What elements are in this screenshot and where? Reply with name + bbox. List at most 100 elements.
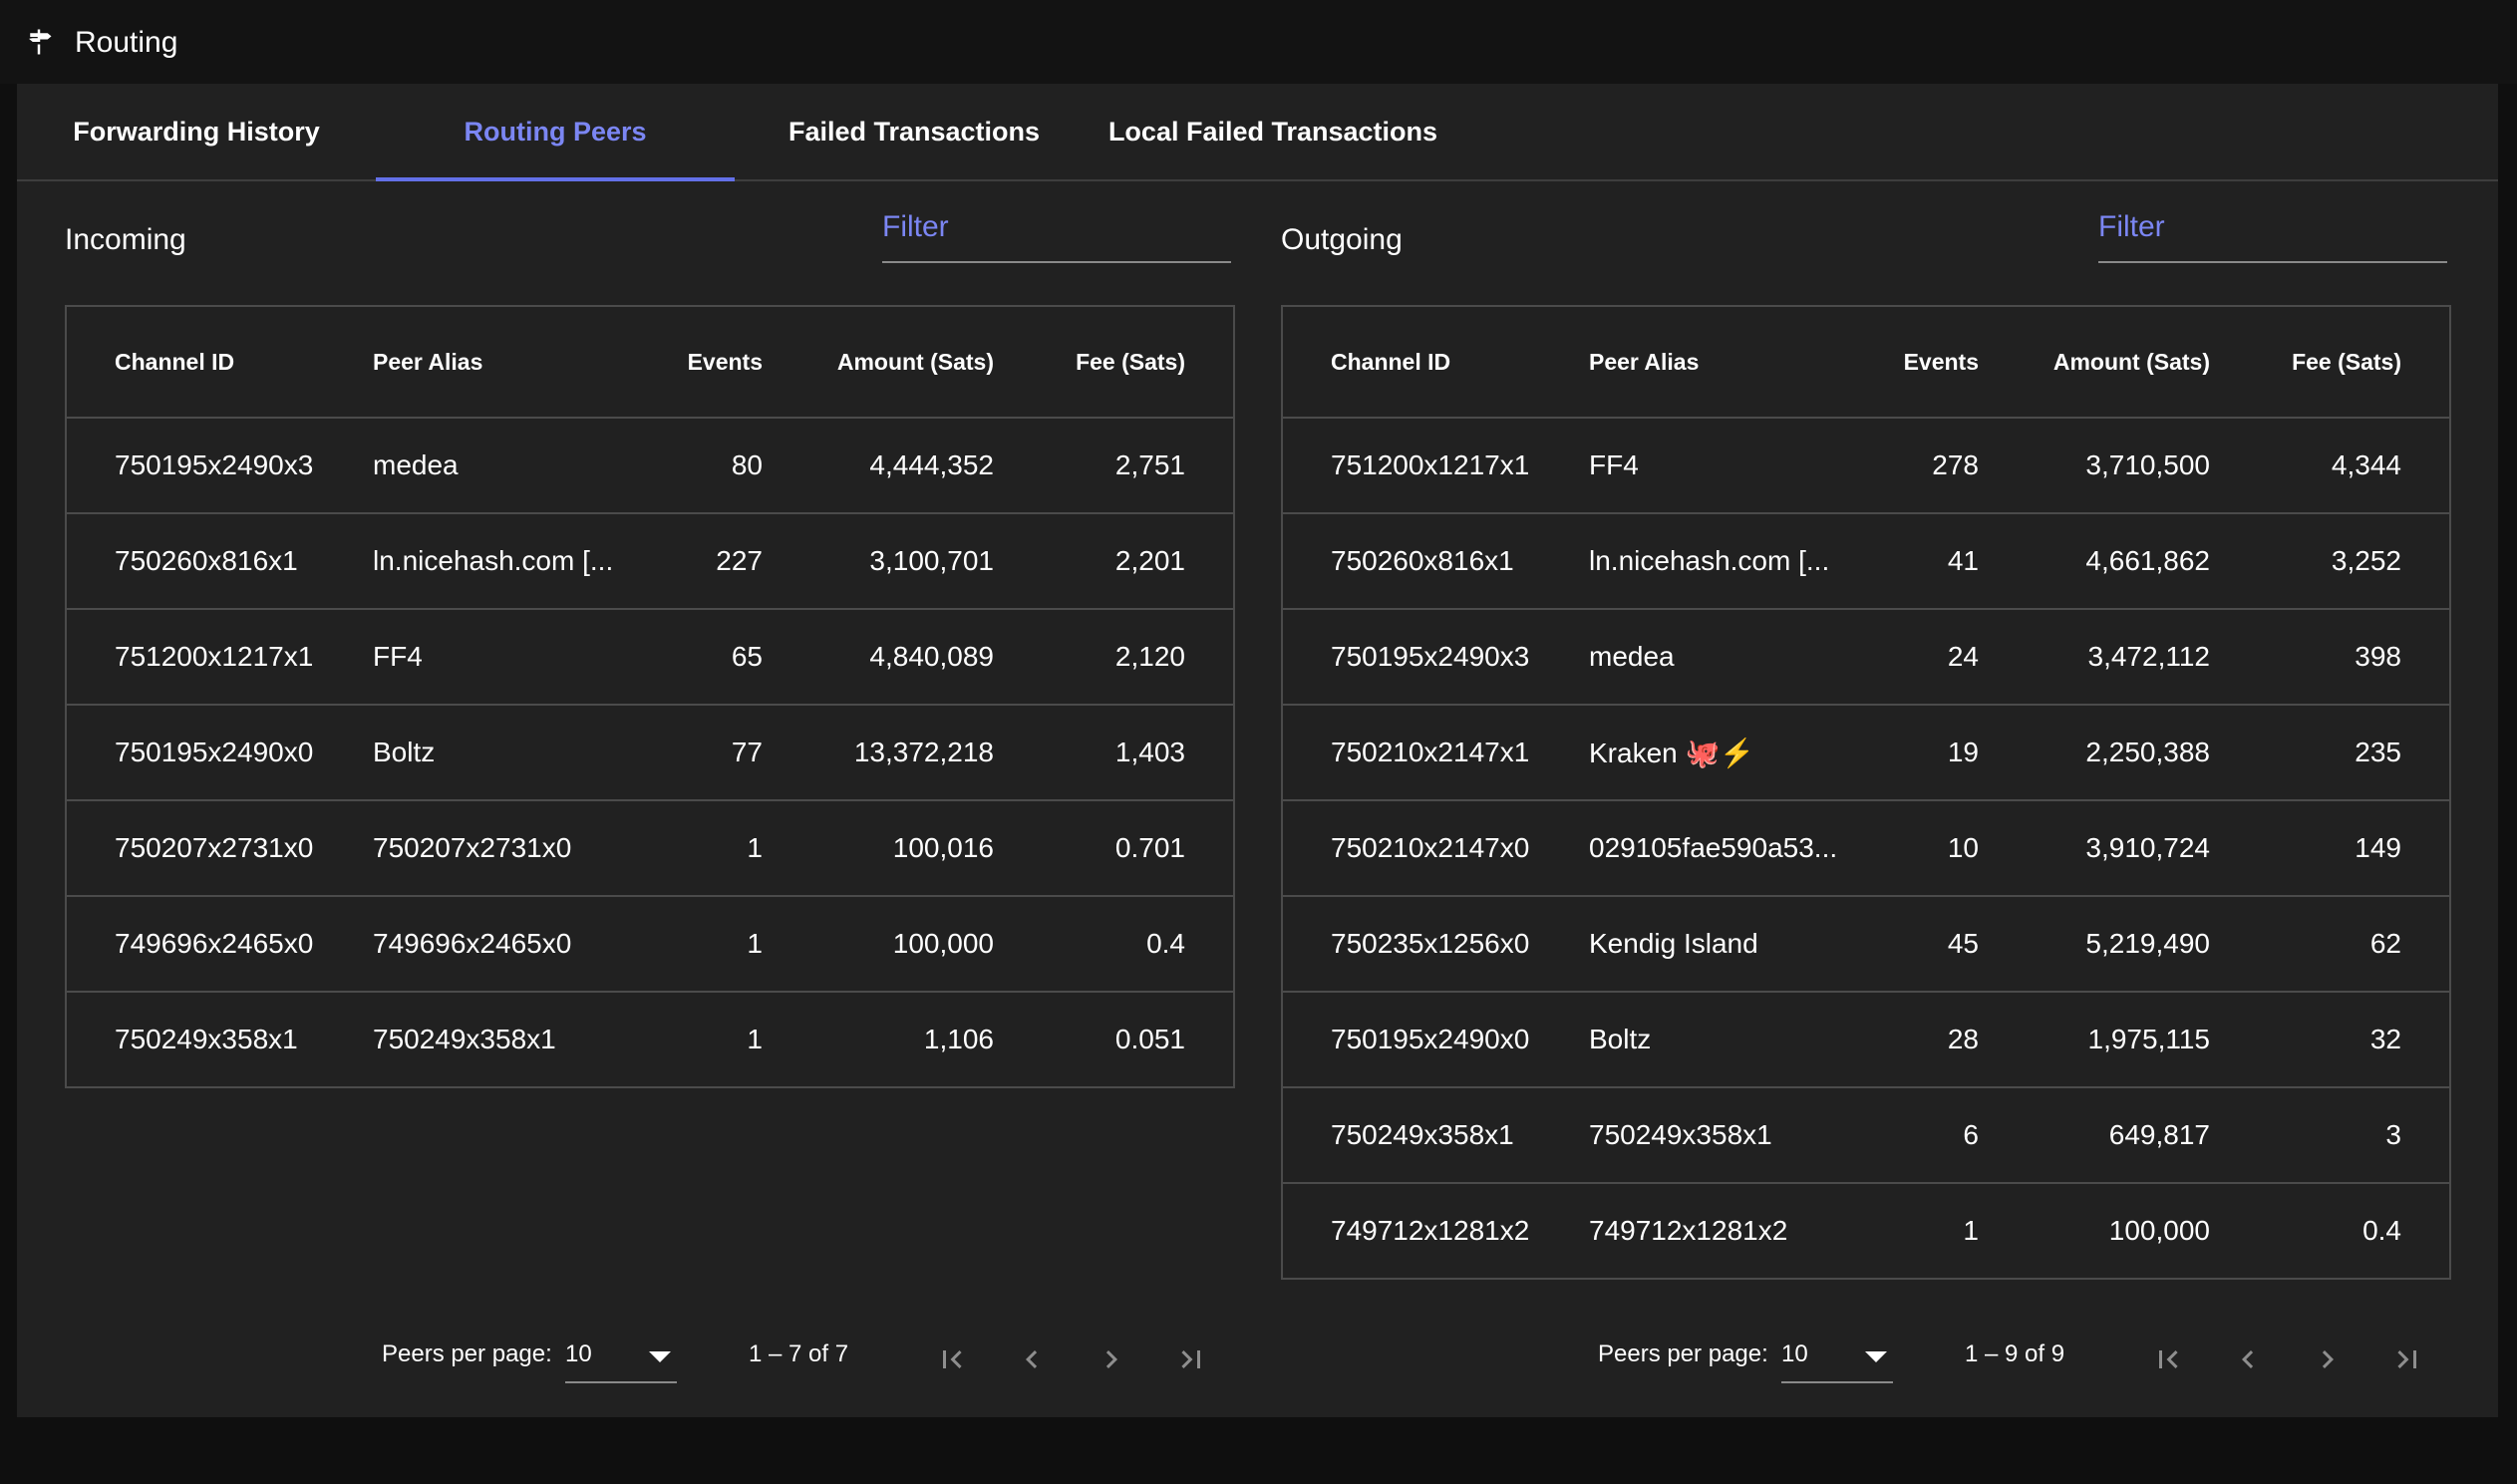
last-page-icon <box>2397 1350 2416 1368</box>
outgoing-filter-input[interactable] <box>2098 203 2447 251</box>
table-row[interactable]: 751200x1217x1 FF4 65 4,840,089 2,120 <box>67 610 1233 706</box>
outgoing-table: Channel ID Peer Alias Events Amount (Sats) F… <box>1281 305 2451 1280</box>
table-row[interactable]: 750235x1256x0 Kendig Island 45 5,219,490 62 <box>1283 897 2449 993</box>
incoming-per-page-label: Peers per page: <box>382 1340 552 1367</box>
cell-fee: 0.4 <box>2362 1215 2401 1246</box>
cell-fee: 0.051 <box>1114 1024 1185 1054</box>
cell-events: 227 <box>716 545 763 576</box>
cell-channel-id: 750210x2147x1 <box>1331 737 1530 767</box>
cell-fee: 4,344 <box>2331 449 2401 480</box>
cell-amount: 4,444,352 <box>869 449 994 480</box>
column-header-amount[interactable]: Amount (Sats) <box>837 307 994 417</box>
table-row[interactable]: 750249x358x1 750249x358x1 1 1,106 0.051 <box>67 993 1233 1086</box>
outgoing-prev-page-button[interactable] <box>2226 1337 2270 1381</box>
cell-channel-id: 750249x358x1 <box>1331 1119 1514 1150</box>
table-row[interactable]: 750195x2490x0 Boltz 77 13,372,218 1,403 <box>67 706 1233 801</box>
cell-channel-id: 750260x816x1 <box>1331 545 1514 576</box>
cell-amount: 2,250,388 <box>2085 737 2210 767</box>
outgoing-next-page-button[interactable] <box>2306 1337 2350 1381</box>
table-row[interactable]: 749696x2465x0 749696x2465x0 1 100,000 0.4 <box>67 897 1233 993</box>
column-header-amount[interactable]: Amount (Sats) <box>2053 307 2210 417</box>
table-row[interactable]: 750195x2490x3 medea 80 4,444,352 2,751 <box>67 419 1233 514</box>
cell-fee: 1,403 <box>1114 737 1185 767</box>
tab-forwarding-history[interactable]: Forwarding History <box>17 84 376 179</box>
incoming-filter-input[interactable] <box>882 203 1231 251</box>
cell-amount: 1,106 <box>923 1024 994 1054</box>
cell-amount: 4,840,089 <box>869 641 994 672</box>
outgoing-last-page-button[interactable] <box>2385 1337 2429 1381</box>
routing-card: Forwarding History Routing Peers Failed … <box>17 84 2498 1417</box>
first-page-icon <box>943 1350 962 1368</box>
table-row[interactable]: 750260x816x1 ln.nicehash.com [... 227 3,100… <box>67 514 1233 610</box>
outgoing-range-label: 1 – 9 of 9 <box>1965 1340 2065 1367</box>
incoming-paginator: Peers per page: 10 1 – 7 of 7 <box>65 1320 1231 1399</box>
cell-fee: 2,120 <box>1114 641 1185 672</box>
cell-channel-id: 750195x2490x3 <box>115 449 314 480</box>
incoming-per-page-select[interactable]: 10 <box>565 1336 677 1383</box>
column-header-channel-id[interactable]: Channel ID <box>1331 307 1450 417</box>
outgoing-per-page-select[interactable]: 10 <box>1781 1336 1893 1383</box>
cell-events: 1 <box>747 1024 763 1054</box>
table-row[interactable]: 750195x2490x3 medea 24 3,472,112 398 <box>1283 610 2449 706</box>
chevron-right-icon <box>2322 1350 2334 1368</box>
cell-channel-id: 750210x2147x0 <box>1331 832 1530 863</box>
table-row[interactable]: 750207x2731x0 750207x2731x0 1 100,016 0.701 <box>67 801 1233 897</box>
cell-peer-alias: Kendig Island <box>1589 928 1758 959</box>
cell-amount: 100,000 <box>2108 1215 2210 1246</box>
cell-events: 77 <box>731 737 763 767</box>
column-header-fee[interactable]: Fee (Sats) <box>1076 307 1185 417</box>
table-row[interactable]: 749712x1281x2 749712x1281x2 1 100,000 0.4 <box>1283 1184 2449 1278</box>
cell-amount: 13,372,218 <box>853 737 994 767</box>
cell-peer-alias: FF4 <box>373 641 423 672</box>
cell-channel-id: 750195x2490x0 <box>1331 1024 1530 1054</box>
table-header: Channel ID Peer Alias Events Amount (Sats) F… <box>1283 307 2449 419</box>
incoming-prev-page-button[interactable] <box>1010 1337 1054 1381</box>
incoming-next-page-button[interactable] <box>1090 1337 1133 1381</box>
cell-channel-id: 749712x1281x2 <box>1331 1215 1530 1246</box>
tab-failed-transactions[interactable]: Failed Transactions <box>735 84 1094 179</box>
cell-fee: 0.701 <box>1114 832 1185 863</box>
incoming-last-page-button[interactable] <box>1169 1337 1213 1381</box>
cell-channel-id: 751200x1217x1 <box>1331 449 1530 480</box>
cell-amount: 3,100,701 <box>869 545 994 576</box>
table-row[interactable]: 750210x2147x0 029105fae590a53... 10 3,910,7… <box>1283 801 2449 897</box>
cell-events: 45 <box>1947 928 1979 959</box>
chevron-left-icon <box>2242 1350 2254 1368</box>
cell-peer-alias: medea <box>1589 641 1675 672</box>
outgoing-first-page-button[interactable] <box>2146 1337 2190 1381</box>
cell-amount: 1,975,115 <box>2087 1024 2211 1054</box>
tab-local-failed-transactions[interactable]: Local Failed Transactions <box>1094 84 1452 179</box>
table-row[interactable]: 750249x358x1 750249x358x1 6 649,817 3 <box>1283 1088 2449 1184</box>
outgoing-filter-field <box>2098 203 2447 263</box>
incoming-table: Channel ID Peer Alias Events Amount (Sats) F… <box>65 305 1235 1088</box>
column-header-peer-alias[interactable]: Peer Alias <box>373 307 622 417</box>
table-row[interactable]: 750210x2147x1 Kraken 🐙⚡ 19 2,250,388 235 <box>1283 706 2449 801</box>
chevron-down-icon <box>649 1351 671 1362</box>
column-header-channel-id[interactable]: Channel ID <box>115 307 234 417</box>
column-header-peer-alias[interactable]: Peer Alias <box>1589 307 1838 417</box>
tab-bar: Forwarding History Routing Peers Failed … <box>17 84 2498 181</box>
cell-channel-id: 749696x2465x0 <box>115 928 314 959</box>
cell-peer-alias: 750207x2731x0 <box>373 832 572 863</box>
column-header-events[interactable]: Events <box>688 307 763 417</box>
cell-fee: 32 <box>2369 1024 2401 1054</box>
cell-amount: 3,710,500 <box>2085 449 2210 480</box>
app-title: Routing <box>75 26 178 59</box>
cell-peer-alias: 749696x2465x0 <box>373 928 572 959</box>
signpost-icon <box>29 29 52 55</box>
cell-fee: 3,252 <box>2331 545 2401 576</box>
table-row[interactable]: 750195x2490x0 Boltz 28 1,975,115 32 <box>1283 993 2449 1088</box>
cell-peer-alias: Boltz <box>373 737 436 767</box>
column-header-fee[interactable]: Fee (Sats) <box>2292 307 2401 417</box>
cell-fee: 3 <box>2385 1119 2401 1150</box>
cell-fee: 62 <box>2369 928 2401 959</box>
table-row[interactable]: 751200x1217x1 FF4 278 3,710,500 4,344 <box>1283 419 2449 514</box>
cell-amount: 3,910,724 <box>2085 832 2210 863</box>
table-row[interactable]: 750260x816x1 ln.nicehash.com [... 41 4,661,… <box>1283 514 2449 610</box>
incoming-first-page-button[interactable] <box>930 1337 974 1381</box>
cell-events: 19 <box>1947 737 1979 767</box>
column-header-events[interactable]: Events <box>1904 307 1979 417</box>
chevron-right-icon <box>1105 1350 1117 1368</box>
chevron-down-icon <box>1865 1351 1887 1362</box>
tab-routing-peers[interactable]: Routing Peers <box>376 84 735 181</box>
